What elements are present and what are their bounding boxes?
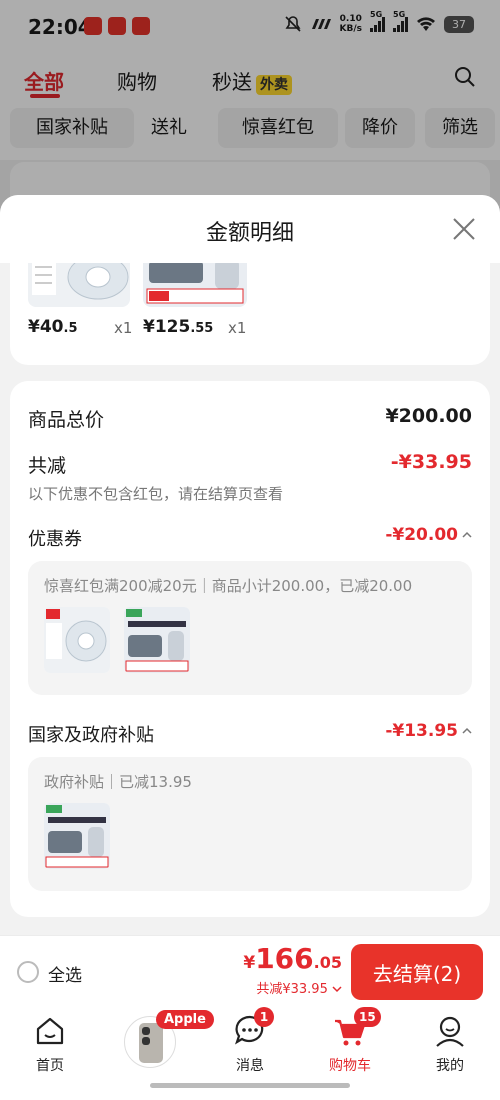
user-icon — [436, 1016, 464, 1047]
subsidy-label: 国家及政府补贴 — [28, 725, 154, 746]
select-all-label[interactable]: 全选 — [48, 961, 82, 986]
tab-messages-label: 消息 — [236, 1058, 264, 1074]
total-yen: ¥ — [243, 953, 256, 973]
sheet-title: 金额明细 — [205, 221, 294, 246]
charger-product-image — [44, 803, 110, 869]
total-amount: ¥166.05 — [243, 942, 342, 975]
total-price-value: ¥200.00 — [385, 405, 472, 427]
coupon-toggle[interactable]: -¥20.00 — [385, 525, 472, 545]
home-indicator[interactable] — [150, 1083, 350, 1088]
subsidy-toggle[interactable]: -¥13.95 — [385, 721, 472, 741]
tab-me[interactable]: 我的 — [410, 1013, 490, 1075]
coupon-detail-box: 惊喜红包满200减20元｜商品小计200.00，已减20.00 — [28, 561, 472, 695]
tab-me-label: 我的 — [436, 1058, 464, 1074]
select-all-radio[interactable] — [17, 961, 39, 983]
total-price-label: 商品总价 — [28, 409, 105, 431]
chevron-down-icon — [332, 986, 342, 993]
tab-cart-label: 购物车 — [329, 1058, 371, 1074]
subsidy-value: -¥13.95 — [385, 721, 458, 741]
subsidy-desc: 政府补贴｜已减13.95 — [44, 773, 192, 791]
product-thumb[interactable] — [124, 607, 190, 673]
goods-price-dec: .5 — [63, 321, 78, 336]
checkout-button[interactable]: 去结算(2) — [351, 944, 483, 1000]
total-dec: .05 — [313, 953, 342, 972]
goods-price: ¥40.5 — [28, 317, 77, 337]
sheet-header: 金额明细 — [0, 195, 500, 263]
subsidy-detail-box: 政府补贴｜已减13.95 — [28, 757, 472, 891]
goods-price-int: ¥40 — [28, 317, 64, 337]
coupon-label: 优惠券 — [28, 529, 82, 550]
home-icon — [36, 1017, 64, 1045]
tape-product-image — [28, 263, 130, 307]
chevron-up-icon — [462, 727, 472, 734]
goods-qty: x1 — [228, 319, 247, 337]
goods-price-int: ¥125 — [143, 317, 191, 337]
product-thumb[interactable] — [143, 263, 247, 307]
coupon-value: -¥20.00 — [385, 525, 458, 545]
reduce-label: 共减 — [28, 455, 67, 477]
tab-cart[interactable]: 15 购物车 — [310, 1007, 390, 1075]
total-int: 166 — [255, 942, 314, 975]
charger-product-image — [124, 607, 190, 673]
goods-card: ¥40.5 x1 ¥125.55 x1 — [10, 263, 490, 365]
coupon-desc: 惊喜红包满200减20元｜商品小计200.00，已减20.00 — [44, 577, 413, 595]
reduce-note: 以下优惠不包含红包，请在结算页查看 — [28, 485, 284, 503]
cart-badge: 15 — [354, 1007, 381, 1027]
goods-qty: x1 — [114, 319, 133, 337]
close-icon[interactable] — [450, 215, 478, 243]
tab-messages[interactable]: 1 消息 — [210, 1007, 290, 1075]
apple-badge: Apple — [156, 1010, 214, 1029]
message-badge: 1 — [254, 1007, 274, 1027]
charger-product-image — [143, 263, 247, 307]
goods-price: ¥125.55 — [143, 317, 213, 337]
tape-product-image — [44, 607, 110, 673]
discount-text: 共减¥33.95 — [256, 982, 328, 997]
checkout-bar: 全选 ¥166.05 共减¥33.95 去结算(2) — [0, 935, 500, 1007]
discount-summary[interactable]: 共减¥33.95 — [256, 978, 342, 997]
tab-home[interactable]: 首页 — [10, 1013, 90, 1075]
product-thumb[interactable] — [44, 607, 110, 673]
reduce-value: -¥33.95 — [390, 451, 472, 473]
price-breakdown-card: 商品总价 ¥200.00 共减 -¥33.95 以下优惠不包含红包，请在结算页查… — [10, 381, 490, 917]
product-thumb[interactable] — [28, 263, 130, 307]
product-thumb[interactable] — [44, 803, 110, 869]
tab-home-label: 首页 — [36, 1058, 64, 1074]
chevron-up-icon — [462, 531, 472, 538]
goods-price-dec: .55 — [190, 321, 214, 336]
